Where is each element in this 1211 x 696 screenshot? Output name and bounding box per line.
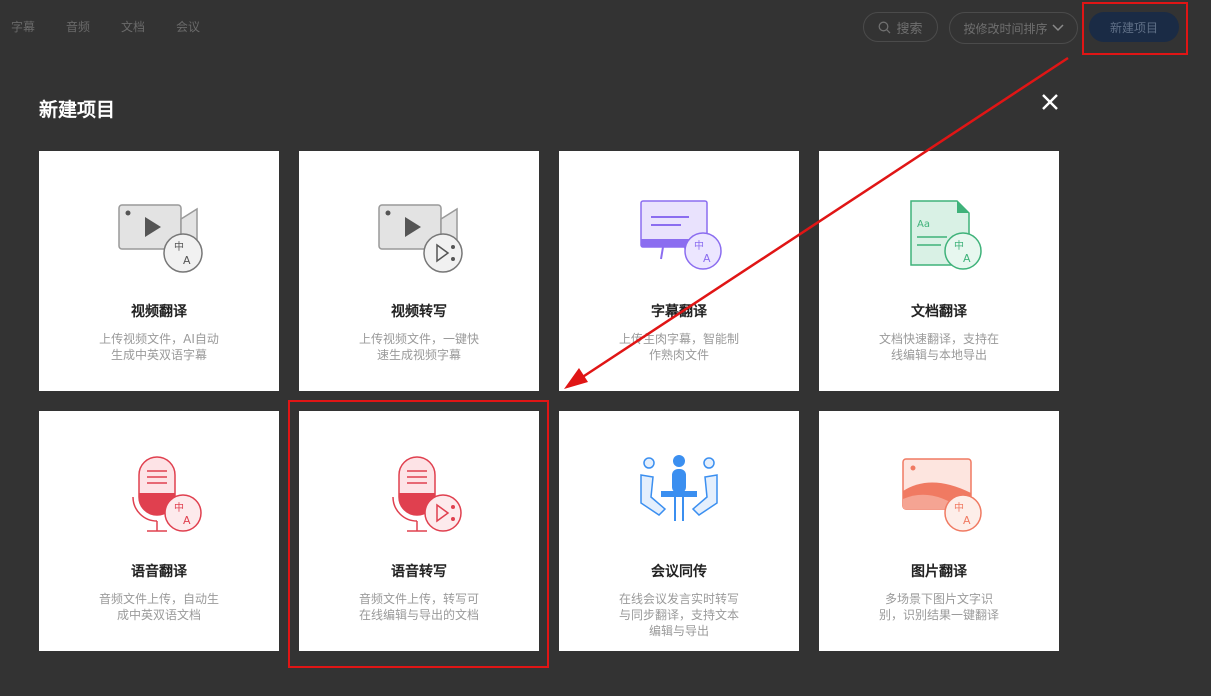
document-translate-icon: Aa 中 A: [910, 200, 982, 270]
card-image-translate[interactable]: 中 A 图片翻译 多场景下图片文字识别，识别结果一键翻译: [819, 411, 1059, 651]
card-description: 文档快速翻译，支持在线编辑与本地导出: [878, 332, 999, 362]
svg-text:中: 中: [954, 239, 964, 252]
card-title: 视频转写: [391, 304, 447, 320]
top-nav: 字幕 音频 文档 会议: [11, 18, 200, 35]
sort-label: 按修改时间排序: [963, 21, 1048, 36]
card-description: 在线会议发言实时转写与同步翻译，支持文本编辑与导出: [618, 592, 739, 638]
video-translate-icon: 中 A: [118, 204, 203, 273]
card-voice-translate[interactable]: 中 A 语音翻译 音频文件上传，自动生成中英双语文档: [39, 411, 279, 651]
search-label: 搜索: [896, 21, 923, 37]
svg-text:中: 中: [174, 501, 184, 514]
card-title: 会议同传: [651, 564, 707, 580]
svg-text:中: 中: [174, 240, 184, 253]
card-title: 视频翻译: [131, 304, 187, 320]
card-subtitle-translate[interactable]: 中 A 字幕翻译 上传生肉字幕，智能制作熟肉文件: [559, 151, 799, 391]
close-button[interactable]: [1038, 90, 1062, 114]
card-title: 语音转写: [391, 564, 447, 580]
nav-tab-audio[interactable]: 音频: [66, 18, 90, 35]
nav-tab-meeting[interactable]: 会议: [176, 18, 200, 35]
card-description: 音频文件上传，转写可在线编辑与导出的文档: [358, 592, 479, 622]
card-description: 上传视频文件，一键快速生成视频字幕: [358, 332, 479, 362]
voice-translate-icon: 中 A: [132, 456, 202, 532]
card-video-translate[interactable]: 中 A 视频翻译 上传视频文件，AI自动生成中英双语字幕: [39, 151, 279, 391]
svg-text:A: A: [963, 514, 971, 527]
image-translate-icon: 中 A: [902, 458, 982, 532]
card-meeting-interpret[interactable]: 会议同传 在线会议发言实时转写与同步翻译，支持文本编辑与导出: [559, 411, 799, 651]
nav-tab-document[interactable]: 文档: [121, 18, 145, 35]
card-description: 音频文件上传，自动生成中英双语文档: [98, 592, 219, 622]
card-description: 多场景下图片文字识别，识别结果一键翻译: [878, 592, 999, 622]
card-document-translate[interactable]: Aa 中 A 文档翻译 文档快速翻译，支持在线编辑与本地导出: [819, 151, 1059, 391]
dialog-title: 新建项目: [39, 99, 116, 121]
card-title: 文档翻译: [911, 304, 967, 320]
search-button[interactable]: 搜索: [863, 12, 938, 42]
nav-tab-subtitle[interactable]: 字幕: [11, 18, 35, 35]
chevron-down-icon: [1051, 24, 1064, 32]
card-description: 上传生肉字幕，智能制作熟肉文件: [618, 332, 739, 362]
meeting-interpret-icon: [640, 455, 718, 521]
card-description: 上传视频文件，AI自动生成中英双语字幕: [99, 332, 219, 362]
svg-text:A: A: [183, 254, 191, 267]
video-transcribe-icon: [378, 204, 463, 273]
card-voice-transcribe[interactable]: 语音转写 音频文件上传，转写可在线编辑与导出的文档: [299, 411, 539, 651]
svg-text:Aa: Aa: [917, 219, 930, 230]
card-video-transcribe[interactable]: 视频转写 上传视频文件，一键快速生成视频字幕: [299, 151, 539, 391]
svg-text:中: 中: [954, 501, 964, 514]
new-project-label: 新建项目: [1109, 20, 1158, 35]
card-title: 图片翻译: [911, 564, 967, 580]
svg-text:A: A: [183, 514, 191, 527]
voice-transcribe-icon: [392, 456, 462, 532]
close-icon: [1042, 94, 1058, 110]
svg-text:A: A: [963, 252, 971, 265]
svg-text:A: A: [703, 252, 711, 265]
svg-text:中: 中: [694, 239, 704, 252]
subtitle-translate-icon: 中 A: [640, 200, 722, 270]
card-title: 语音翻译: [131, 564, 187, 580]
search-icon: [879, 21, 891, 33]
card-title: 字幕翻译: [651, 304, 707, 320]
sort-dropdown[interactable]: 按修改时间排序: [949, 12, 1078, 44]
new-project-button[interactable]: 新建项目: [1089, 12, 1179, 42]
